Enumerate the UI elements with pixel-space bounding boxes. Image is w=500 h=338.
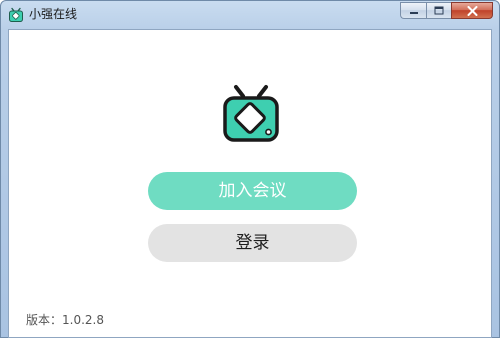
maximize-icon: [434, 6, 444, 15]
version-label: 版本：1.0.2.8: [26, 313, 104, 327]
minimize-icon: [409, 11, 418, 14]
main-panel: 加入会议 登录 版本：1.0.2.8: [8, 29, 492, 338]
window-controls: [400, 2, 493, 20]
minimize-button[interactable]: [400, 2, 426, 19]
close-icon: [467, 5, 477, 16]
maximize-button[interactable]: [426, 2, 451, 19]
join-meeting-button[interactable]: 加入会议: [148, 172, 357, 210]
login-button[interactable]: 登录: [148, 224, 357, 262]
app-window: 小强在线 加入会议 登录 版本：1.0.2.8: [0, 0, 500, 338]
tv-icon: [223, 85, 279, 142]
app-tv-icon: [9, 7, 23, 22]
close-button[interactable]: [451, 2, 493, 19]
title-bar[interactable]: 小强在线: [1, 1, 499, 28]
window-title: 小强在线: [29, 7, 78, 21]
